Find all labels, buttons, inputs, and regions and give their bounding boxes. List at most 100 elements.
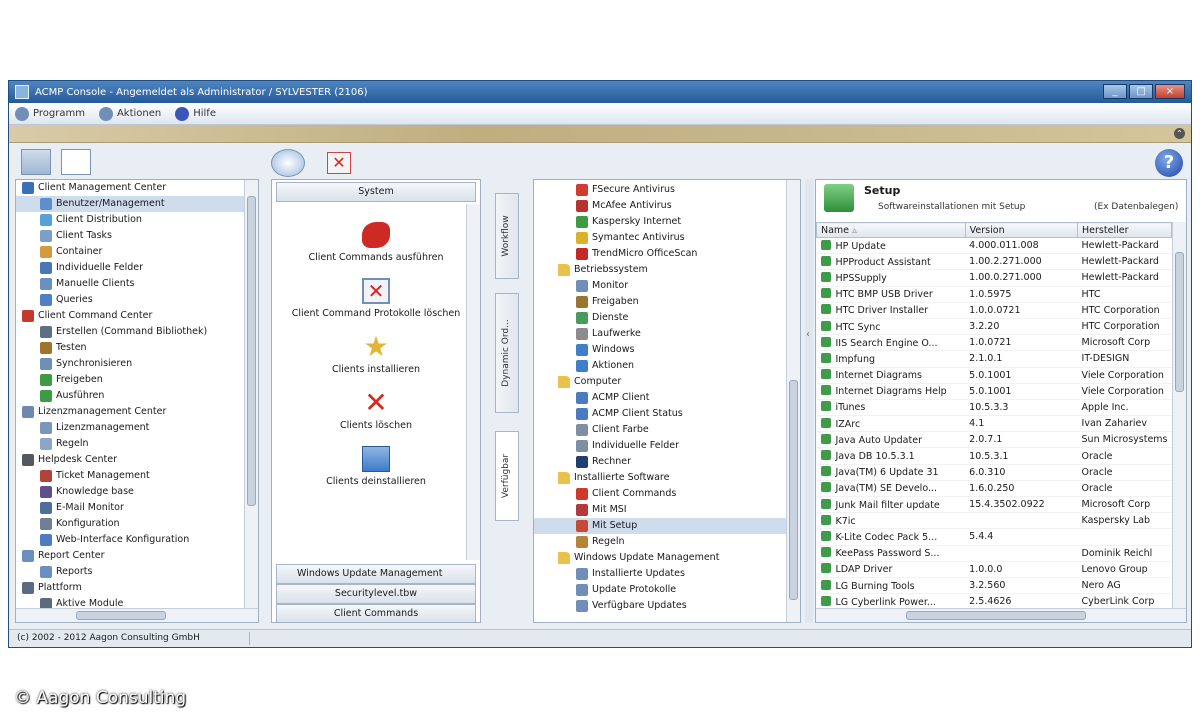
tree-item[interactable]: Synchronisieren	[16, 356, 244, 372]
tree-item[interactable]: Verfügbare Updates	[534, 598, 786, 614]
table-row[interactable]: Internet Diagrams 5.0.1001 Viele Corporati…	[816, 367, 1172, 384]
minimize-button[interactable]: _	[1103, 84, 1127, 99]
system-section-header[interactable]: System	[276, 182, 476, 202]
tree-item[interactable]: Installierte Updates	[534, 566, 786, 582]
tree-item[interactable]: Lizenzmanagement Center	[16, 404, 244, 420]
action-delete-protocols[interactable]: ✕ Client Command Protokolle löschen	[272, 278, 480, 319]
tree-item[interactable]: E-Mail Monitor	[16, 500, 244, 516]
table-row[interactable]: Junk Mail filter update 15.4.3502.0922 Mic…	[816, 496, 1172, 514]
tree-item[interactable]: Erstellen (Command Bibliothek)	[16, 324, 244, 340]
tree-item[interactable]: Aktionen	[534, 358, 786, 374]
tree-item[interactable]: TrendMicro OfficeScan	[534, 246, 786, 262]
tree-item[interactable]: Client Distribution	[16, 212, 244, 228]
table-row[interactable]: K-Lite Codec Pack 5... 5.4.4	[816, 528, 1172, 546]
tree-item[interactable]: Ausführen	[16, 388, 244, 404]
computers-icon[interactable]	[21, 149, 51, 175]
tree-item[interactable]: Windows	[534, 342, 786, 358]
scroll-thumb[interactable]	[789, 380, 798, 600]
table-row[interactable]: Java(TM) 6 Update 31 6.0.310 Oracle	[816, 464, 1172, 481]
tree-item[interactable]: Container	[16, 244, 244, 260]
table-hscrollbar[interactable]	[816, 608, 1186, 622]
section-securitylevel[interactable]: Securitylevel.tbw	[276, 584, 476, 604]
table-row[interactable]: HPSSupply 1.00.0.271.000 Hewlett-Packard	[816, 269, 1172, 287]
tree-item[interactable]: Installierte Software	[534, 470, 786, 486]
tree-item[interactable]: Symantec Antivirus	[534, 230, 786, 246]
table-row[interactable]: K7ic Kaspersky Lab	[816, 512, 1172, 530]
table-row[interactable]: IIS Search Engine O... 1.0.0721 Microsoft …	[816, 334, 1172, 352]
column-header-name[interactable]: Name ▵	[816, 222, 966, 238]
help-button[interactable]: ?	[1155, 149, 1183, 177]
title-bar[interactable]: ACMP Console - Angemeldet als Administra…	[9, 81, 1191, 103]
tree-item[interactable]: FSecure Antivirus	[534, 182, 786, 198]
column-header-vendor[interactable]: Hersteller	[1077, 222, 1172, 238]
tree-item[interactable]: Plattform	[16, 580, 244, 596]
tree-item[interactable]: Knowledge base	[16, 484, 244, 500]
tree-item[interactable]: Laufwerke	[534, 326, 786, 342]
tree-item[interactable]: Web-Interface Konfiguration	[16, 532, 244, 548]
tree-item[interactable]: Computer	[534, 374, 786, 390]
tree-vscrollbar[interactable]	[786, 180, 800, 622]
left-vscrollbar[interactable]	[244, 180, 258, 610]
network-icon[interactable]	[61, 149, 91, 175]
tree-item[interactable]: Freigaben	[534, 294, 786, 310]
tree-item[interactable]: Queries	[16, 292, 244, 308]
tree-item[interactable]: Client Command Center	[16, 308, 244, 324]
section-client-commands[interactable]: Client Commands	[276, 604, 476, 622]
table-row[interactable]: Java(TM) SE Develo... 1.6.0.250 Oracle	[816, 480, 1172, 498]
hscroll-thumb[interactable]	[76, 611, 166, 620]
action-uninstall-clients[interactable]: Clients deinstallieren	[272, 446, 480, 487]
tree-item[interactable]: Ticket Management	[16, 468, 244, 484]
tab-workflow[interactable]: Workflow	[495, 193, 519, 279]
menu-aktionen[interactable]: Aktionen	[98, 106, 161, 121]
tree-item[interactable]: Client Commands	[534, 486, 786, 502]
tree-item[interactable]: Manuelle Clients	[16, 276, 244, 292]
menu-programm[interactable]: Programm	[15, 106, 85, 121]
table-row[interactable]: iTunes 10.5.3.3 Apple Inc.	[816, 399, 1172, 417]
action-install-clients[interactable]: ★ Clients installieren	[272, 333, 480, 376]
table-row[interactable]: Java Auto Updater 2.0.7.1 Sun Microsystems	[816, 431, 1172, 449]
tree-item[interactable]: Freigeben	[16, 372, 244, 388]
remove-icon[interactable]: ✕	[327, 152, 351, 174]
table-row[interactable]: HTC BMP USB Driver 1.0.5975 HTC	[816, 286, 1172, 303]
table-row[interactable]: Impfung 2.1.0.1 IT-DESIGN	[816, 350, 1172, 368]
close-button[interactable]: ×	[1155, 84, 1185, 99]
table-row[interactable]: Internet Diagrams Help 5.0.1001 Viele Corp…	[816, 383, 1172, 400]
maximize-button[interactable]: □	[1129, 84, 1153, 99]
tree-item[interactable]: Reports	[16, 564, 244, 580]
left-hscrollbar[interactable]	[16, 608, 258, 622]
tree-item[interactable]: Client Farbe	[534, 422, 786, 438]
tree-item[interactable]: Dienste	[534, 310, 786, 326]
tree-item[interactable]: ACMP Client Status	[534, 406, 786, 422]
tree-item[interactable]: Client Management Center	[16, 180, 244, 196]
tree-item[interactable]: Regeln	[16, 436, 244, 452]
tree-item[interactable]: Regeln	[534, 534, 786, 550]
action-run-client-commands[interactable]: Client Commands ausführen	[272, 222, 480, 263]
splitter[interactable]: ‹	[805, 179, 813, 623]
collapse-icon[interactable]: ⌃	[1174, 128, 1185, 139]
tree-item[interactable]: Report Center	[16, 548, 244, 564]
table-row[interactable]: KeePass Password S... Dominik Reichl	[816, 545, 1172, 562]
tab-verfuegbar[interactable]: Verfügbar	[495, 431, 519, 521]
table-vscrollbar[interactable]	[1172, 222, 1186, 610]
tree-item[interactable]: Rechner	[534, 454, 786, 470]
tree-item[interactable]: Kaspersky Internet	[534, 214, 786, 230]
tree-item[interactable]: Monitor	[534, 278, 786, 294]
tree-item[interactable]: McAfee Antivirus	[534, 198, 786, 214]
table-row[interactable]: LG Burning Tools 3.2.560 Nero AG	[816, 577, 1172, 595]
table-row[interactable]: HTC Sync 3.2.20 HTC Corporation	[816, 318, 1172, 336]
system-icon[interactable]	[271, 149, 305, 177]
tab-dynamic[interactable]: Dynamic Ord...	[495, 293, 519, 413]
action-vscrollbar[interactable]	[466, 204, 480, 560]
tree-item[interactable]: Konfiguration	[16, 516, 244, 532]
action-delete-clients[interactable]: ✕ Clients löschen	[272, 389, 480, 432]
tree-item[interactable]: Mit MSI	[534, 502, 786, 518]
table-row[interactable]: Java DB 10.5.3.1 10.5.3.1 Oracle	[816, 447, 1172, 465]
column-header-version[interactable]: Version	[964, 222, 1079, 238]
menu-hilfe[interactable]: Hilfe	[175, 106, 216, 121]
tree-item[interactable]: Testen	[16, 340, 244, 356]
tree-item[interactable]: Client Tasks	[16, 228, 244, 244]
table-row[interactable]: HP Update 4.000.011.008 Hewlett-Packard	[816, 237, 1172, 255]
scroll-thumb[interactable]	[247, 196, 256, 506]
hscroll-thumb[interactable]	[906, 611, 1086, 620]
tree-item[interactable]: Mit Setup	[534, 518, 786, 534]
